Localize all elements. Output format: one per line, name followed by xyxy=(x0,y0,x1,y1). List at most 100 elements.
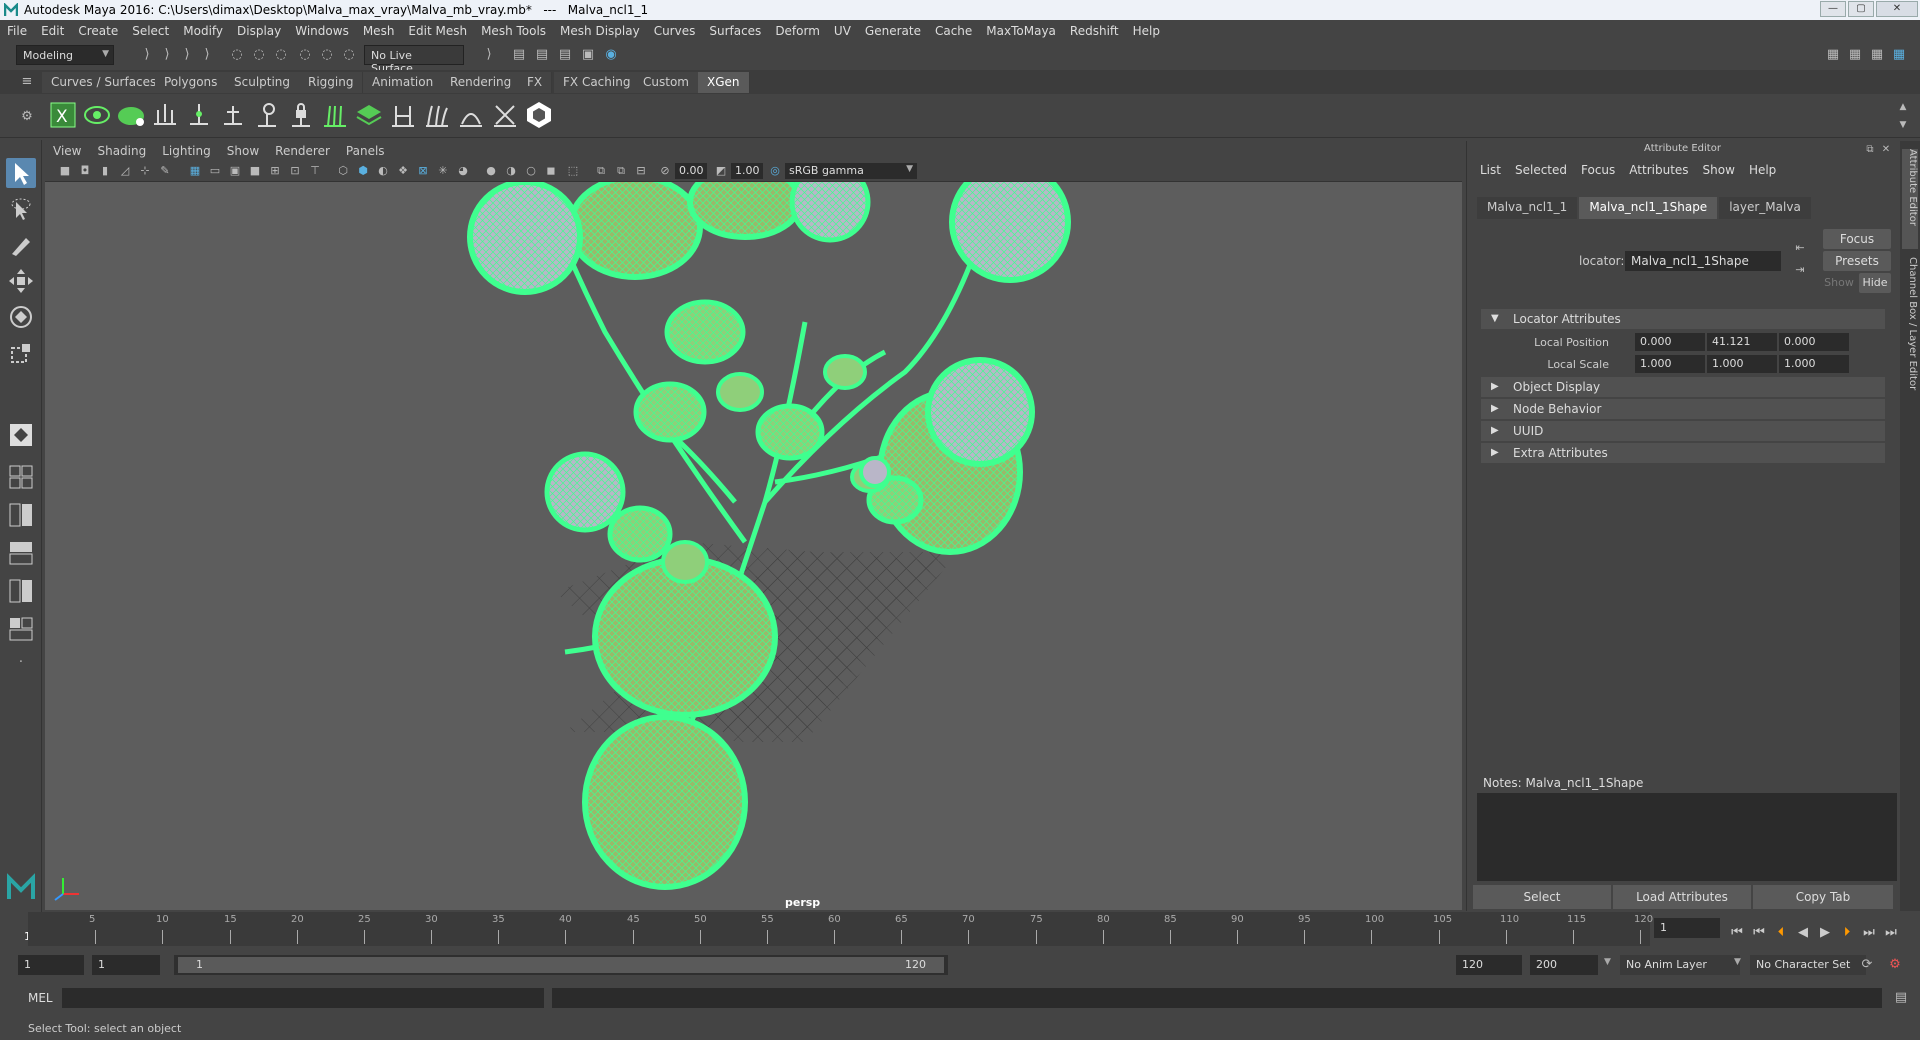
shelf-menu-icon[interactable]: ≡ xyxy=(18,73,36,91)
vp-menu-view[interactable]: View xyxy=(45,144,89,158)
load-attributes-button[interactable]: Load Attributes xyxy=(1613,885,1751,909)
workspace-icon[interactable]: ▦ xyxy=(1824,46,1842,64)
tab-curves-surfaces[interactable]: Curves / Surfaces xyxy=(42,72,167,93)
ipr-render-icon[interactable]: ▤ xyxy=(533,46,551,64)
node-name-field[interactable]: Malva_ncl1_1Shape xyxy=(1625,251,1781,271)
ae-menu-attributes[interactable]: Attributes xyxy=(1622,163,1695,177)
textured-icon[interactable]: ❖ xyxy=(395,163,411,179)
xgen-editor-icon[interactable]: X xyxy=(48,100,78,130)
grease-pencil-icon[interactable]: ✎ xyxy=(157,163,173,179)
tab-shape-node[interactable]: Malva_ncl1_1Shape xyxy=(1579,197,1718,219)
local-scale-z[interactable]: 1.000 xyxy=(1779,355,1849,373)
maximize-button[interactable]: ▢ xyxy=(1848,1,1874,17)
menu-help[interactable]: Help xyxy=(1126,24,1167,38)
open-scene-icon[interactable]: ⟩ xyxy=(138,46,156,64)
select-component-icon[interactable]: ◌ xyxy=(272,46,290,64)
shadows-icon[interactable]: ◕ xyxy=(455,163,471,179)
menu-edit-mesh[interactable]: Edit Mesh xyxy=(401,24,474,38)
ae-menu-show[interactable]: Show xyxy=(1696,163,1742,177)
render-frame-icon[interactable]: ▤ xyxy=(510,46,528,64)
tab-layer-node[interactable]: layer_Malva xyxy=(1719,197,1811,219)
shelf-options-icon[interactable]: ⚙ xyxy=(18,108,36,126)
snap-grid-icon[interactable]: ◌ xyxy=(296,46,314,64)
toolbox-more-icon[interactable]: · xyxy=(12,654,30,672)
view-transform-dropdown[interactable]: sRGB gamma ▼ xyxy=(785,163,917,179)
paint-select-tool-icon[interactable] xyxy=(6,230,36,260)
tab-attribute-editor[interactable]: Attribute Editor xyxy=(1902,149,1918,249)
menu-cache[interactable]: Cache xyxy=(928,24,979,38)
xgen-lock-guide-icon[interactable] xyxy=(286,100,316,130)
range-slider-handle[interactable] xyxy=(178,957,944,973)
tab-fx-caching[interactable]: FX Caching xyxy=(554,72,641,93)
shelf-scroll-up-icon[interactable]: ▲ xyxy=(1894,98,1912,116)
local-position-x[interactable]: 0.000 xyxy=(1635,333,1705,351)
screen-space-ao-icon[interactable]: ● xyxy=(483,163,499,179)
xgen-smooth-icon[interactable] xyxy=(456,100,486,130)
xray-components-icon[interactable]: ⊟ xyxy=(633,163,649,179)
step-back-key-icon[interactable]: ⏮ xyxy=(1750,924,1768,942)
tab-xgen[interactable]: XGen xyxy=(698,72,750,93)
channel-box-icon[interactable]: ▦ xyxy=(1868,46,1886,64)
tab-fx[interactable]: FX xyxy=(518,72,553,93)
gamma-icon[interactable]: ◩ xyxy=(713,163,729,179)
xgen-cut-icon[interactable] xyxy=(490,100,520,130)
motion-blur-icon[interactable]: ◑ xyxy=(503,163,519,179)
section-locator-attributes[interactable]: ▼ Locator Attributes xyxy=(1481,309,1885,329)
attribute-editor-toggle-icon[interactable]: ▦ xyxy=(1890,46,1908,64)
select-button[interactable]: Select xyxy=(1473,885,1611,909)
copy-tab-button[interactable]: Copy Tab xyxy=(1753,885,1893,909)
ae-menu-help[interactable]: Help xyxy=(1742,163,1783,177)
menu-windows[interactable]: Windows xyxy=(288,24,356,38)
menu-curves[interactable]: Curves xyxy=(647,24,703,38)
undo-icon[interactable]: ⟩ xyxy=(178,46,196,64)
auto-key-icon[interactable]: ⟳ xyxy=(1858,956,1876,974)
xgen-layers-icon[interactable] xyxy=(354,100,384,130)
vp-menu-renderer[interactable]: Renderer xyxy=(267,144,338,158)
xgen-guide-tool-icon[interactable] xyxy=(252,100,282,130)
tab-rigging[interactable]: Rigging xyxy=(299,72,364,93)
section-uuid[interactable]: ▶ UUID xyxy=(1481,421,1885,441)
safe-title-icon[interactable]: ⊤ xyxy=(307,163,323,179)
step-forward-key-icon[interactable]: ⏭ xyxy=(1860,924,1878,942)
exposure-icon[interactable]: ⊘ xyxy=(657,163,673,179)
bookmark-icon[interactable]: ▮ xyxy=(97,163,113,179)
script-editor-icon[interactable]: ▤ xyxy=(1892,989,1910,1007)
safe-action-icon[interactable]: ⊡ xyxy=(287,163,303,179)
vp-menu-show[interactable]: Show xyxy=(219,144,267,158)
menu-select[interactable]: Select xyxy=(125,24,176,38)
play-forwards-icon[interactable]: ▶ xyxy=(1816,924,1834,942)
use-all-lights-icon[interactable]: ✳ xyxy=(435,163,451,179)
xgen-add-guide-icon[interactable] xyxy=(184,100,214,130)
close-panel-icon[interactable]: ✕ xyxy=(1877,141,1895,159)
ae-menu-selected[interactable]: Selected xyxy=(1508,163,1574,177)
presets-button[interactable]: Presets xyxy=(1823,251,1891,271)
tab-sculpting[interactable]: Sculpting xyxy=(225,72,301,93)
xgen-grab-icon[interactable] xyxy=(388,100,418,130)
playback-start-field[interactable]: 1 xyxy=(92,955,160,975)
lasso-tool-icon[interactable] xyxy=(6,194,36,224)
menu-uv[interactable]: UV xyxy=(827,24,858,38)
field-chart-icon[interactable]: ⊞ xyxy=(267,163,283,179)
time-slider[interactable]: 1 5 10 15 20 25 30 35 40 45 50 55 60 65 70 75 80 85 90 95 1… xyxy=(0,912,1920,946)
playback-end-field[interactable]: 120 xyxy=(1456,955,1522,975)
wireframe-icon[interactable]: ⬡ xyxy=(335,163,351,179)
isolate-select-icon[interactable]: ⬚ xyxy=(565,163,581,179)
section-extra-attributes[interactable]: ▶ Extra Attributes xyxy=(1481,443,1885,463)
construction-history-icon[interactable]: ⟩ xyxy=(480,46,498,64)
grid-toggle-icon[interactable]: ▦ xyxy=(187,163,203,179)
xgen-place-guide-icon[interactable] xyxy=(150,100,180,130)
menu-generate[interactable]: Generate xyxy=(858,24,928,38)
go-to-end-icon[interactable]: ⏭ xyxy=(1882,924,1900,942)
select-hierarchy-icon[interactable]: ◌ xyxy=(228,46,246,64)
xgen-sculpt-guide-icon[interactable] xyxy=(218,100,248,130)
tab-transform-node[interactable]: Malva_ncl1_1 xyxy=(1477,197,1578,219)
vp-menu-shading[interactable]: Shading xyxy=(89,144,154,158)
menu-display[interactable]: Display xyxy=(230,24,288,38)
menu-modify[interactable]: Modify xyxy=(176,24,230,38)
menu-file[interactable]: File xyxy=(0,24,34,38)
mode-dropdown[interactable]: Modeling ▼ xyxy=(16,45,114,65)
xray-joints-icon[interactable]: ⧉ xyxy=(613,163,629,179)
menu-mesh[interactable]: Mesh xyxy=(356,24,402,38)
section-node-behavior[interactable]: ▶ Node Behavior xyxy=(1481,399,1885,419)
current-frame-field[interactable]: 1 xyxy=(1654,918,1720,938)
